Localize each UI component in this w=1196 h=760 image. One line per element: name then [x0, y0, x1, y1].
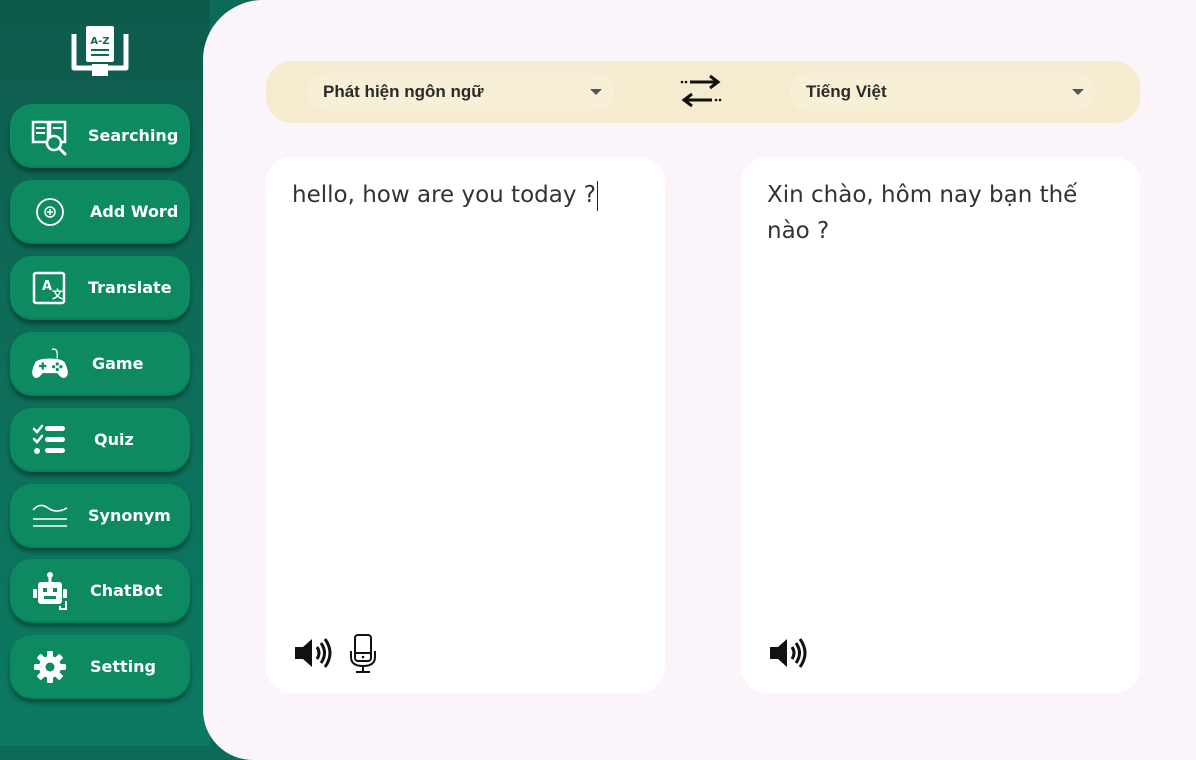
sidebar-item-label: ChatBot — [90, 581, 163, 600]
logo-text: A-Z — [90, 36, 109, 47]
chevron-down-icon — [1072, 89, 1084, 95]
microphone-icon — [350, 634, 376, 673]
sidebar-item-label: Searching — [88, 126, 179, 145]
sidebar-item-setting[interactable]: Setting — [10, 635, 190, 699]
svg-text:文: 文 — [52, 287, 64, 301]
source-language-select[interactable]: Phát hiện ngôn ngữ — [307, 73, 614, 111]
sidebar-item-add-word[interactable]: Add Word — [10, 180, 190, 244]
gear-icon — [30, 647, 70, 687]
checklist-icon — [30, 420, 70, 460]
speak-source-button[interactable] — [293, 635, 335, 671]
gamepad-icon — [30, 344, 70, 384]
speaker-icon — [770, 638, 807, 668]
sidebar-item-label: Add Word — [90, 202, 179, 221]
target-language-label: Tiếng Việt — [806, 82, 887, 101]
sidebar-item-label: Quiz — [94, 430, 134, 449]
add-circle-icon — [30, 192, 70, 232]
translate-icon: A 文 — [30, 268, 70, 308]
sidebar-item-synonym[interactable]: Synonym — [10, 484, 190, 548]
dictionary-book-icon: A-Z — [71, 26, 129, 76]
target-text: Xin chào, hôm nay bạn thế nào ? — [767, 182, 1078, 244]
speaker-icon — [295, 638, 332, 668]
logo: A-Z — [70, 22, 130, 80]
robot-icon — [30, 571, 70, 611]
sidebar-item-game[interactable]: Game — [10, 332, 190, 396]
speak-target-button[interactable] — [768, 635, 810, 671]
chevron-down-icon — [590, 89, 602, 95]
microphone-button[interactable] — [349, 633, 377, 675]
swap-languages-button[interactable] — [679, 73, 723, 111]
source-language-label: Phát hiện ngôn ngữ — [323, 82, 484, 101]
sidebar-item-translate[interactable]: A 文 Translate — [10, 256, 190, 320]
target-language-select[interactable]: Tiếng Việt — [790, 73, 1096, 111]
book-search-icon — [30, 116, 70, 156]
source-text-panel: hello, how are you today ? — [266, 157, 665, 693]
sidebar-item-searching[interactable]: Searching — [10, 104, 190, 168]
sidebar-item-label: Setting — [90, 657, 156, 676]
swap-arrows-icon — [680, 74, 722, 108]
target-text-panel: Xin chào, hôm nay bạn thế nào ? — [741, 157, 1140, 693]
sidebar: A-Z Searching Add Word A 文 Translate Gam… — [0, 0, 210, 746]
text-cursor — [596, 180, 598, 211]
sidebar-item-chatbot[interactable]: ChatBot — [10, 559, 190, 623]
source-text-input[interactable]: hello, how are you today ? — [292, 177, 642, 213]
source-text: hello, how are you today ? — [292, 182, 596, 208]
svg-text:A: A — [42, 279, 52, 294]
waves-icon — [30, 496, 70, 536]
sidebar-item-label: Translate — [88, 278, 172, 297]
sidebar-item-quiz[interactable]: Quiz — [10, 408, 190, 472]
sidebar-item-label: Synonym — [88, 506, 171, 525]
sidebar-item-label: Game — [92, 354, 144, 373]
